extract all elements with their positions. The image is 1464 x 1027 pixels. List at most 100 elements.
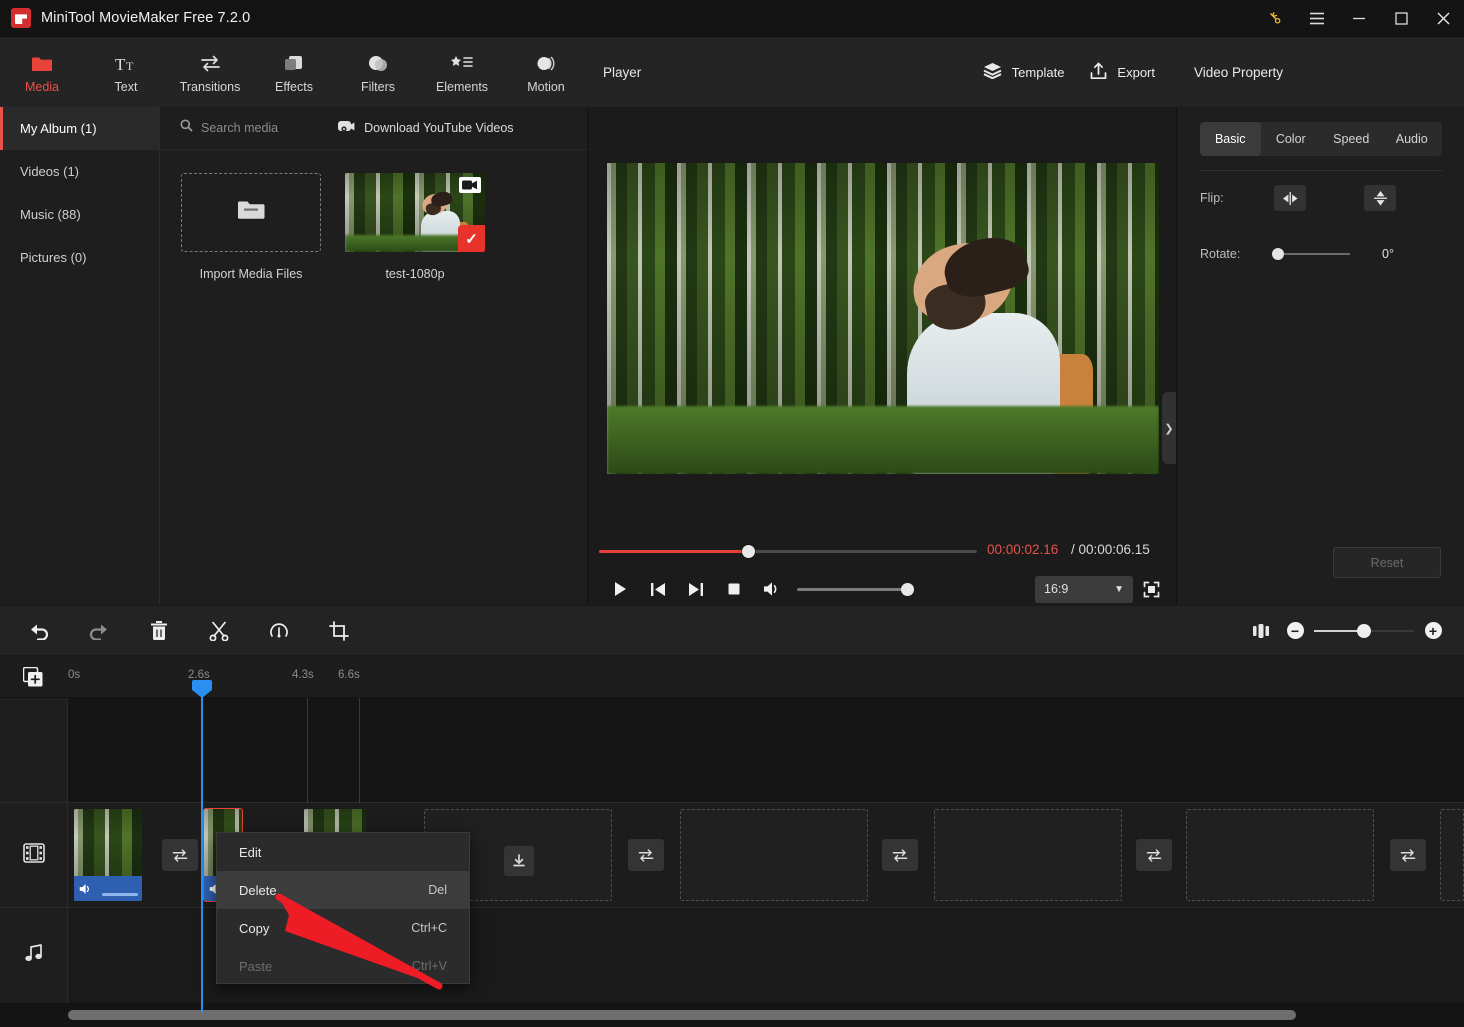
play-icon[interactable] <box>601 570 639 608</box>
tab-basic[interactable]: Basic <box>1200 122 1261 156</box>
crop-button[interactable] <box>318 611 360 651</box>
table-row[interactable] <box>74 809 142 901</box>
export-button[interactable]: Export <box>1090 62 1155 83</box>
hamburger-menu-icon[interactable] <box>1296 0 1338 37</box>
overlay-track-header[interactable] <box>0 698 68 803</box>
tab-transitions[interactable]: Transitions <box>168 37 252 107</box>
template-label: Template <box>1011 64 1065 80</box>
transition-arrows-icon[interactable] <box>1136 839 1172 871</box>
album-item-music[interactable]: Music (88) <box>0 193 159 236</box>
split-button[interactable] <box>198 611 240 651</box>
window-controls: ⚷ <box>1254 0 1464 37</box>
maximize-icon[interactable] <box>1380 0 1422 37</box>
timeline-ruler[interactable]: 0s 2.6s 4.3s 6.6s <box>0 656 1464 698</box>
import-dropzone[interactable] <box>181 173 321 252</box>
import-media-files-button[interactable]: Import Media Files <box>181 173 321 281</box>
overlay-track-lane[interactable] <box>68 698 1464 803</box>
media-panel: My Album (1) Videos (1) Music (88) Pictu… <box>0 107 588 605</box>
context-menu-item-edit[interactable]: Edit <box>217 833 469 871</box>
seek-handle[interactable] <box>742 545 755 558</box>
tab-motion[interactable]: Motion <box>504 37 588 107</box>
tab-speed[interactable]: Speed <box>1321 122 1382 156</box>
filters-icon <box>367 51 389 73</box>
album-item-videos[interactable]: Videos (1) <box>0 150 159 193</box>
plus-icon[interactable]: + <box>1416 614 1450 648</box>
seek-track[interactable] <box>599 550 977 553</box>
tab-audio[interactable]: Audio <box>1382 122 1443 156</box>
player-controls: 16:9 ▼ <box>589 569 1177 609</box>
placeholder-slot[interactable] <box>934 809 1122 901</box>
timeline-zoom-handle[interactable] <box>1357 623 1371 638</box>
album-item-pictures[interactable]: Pictures (0) <box>0 236 159 279</box>
tab-media[interactable]: Media <box>0 37 84 107</box>
reset-button[interactable]: Reset <box>1333 547 1441 578</box>
download-youtube-videos-button[interactable]: Download YouTube Videos <box>338 120 514 136</box>
seek-bar[interactable]: 00:00:02.16 / 00:00:06.15 <box>599 537 1169 567</box>
minimize-icon[interactable] <box>1338 0 1380 37</box>
redo-button[interactable] <box>78 611 120 651</box>
media-thumbnail[interactable]: ✓ <box>345 173 485 252</box>
flip-horizontal-icon[interactable] <box>1274 185 1306 211</box>
youtube-download-icon <box>338 120 355 136</box>
stop-icon[interactable] <box>715 570 753 608</box>
tab-effects[interactable]: Effects <box>252 37 336 107</box>
previous-frame-icon[interactable] <box>639 570 677 608</box>
rotate-handle[interactable] <box>1272 248 1284 260</box>
music-note-icon <box>24 943 44 968</box>
timeline-scrollbar[interactable] <box>0 1003 1464 1027</box>
tab-color[interactable]: Color <box>1261 122 1322 156</box>
audio-track-header[interactable] <box>0 908 68 1003</box>
flip-vertical-icon[interactable] <box>1364 185 1396 211</box>
tab-filters[interactable]: Filters <box>336 37 420 107</box>
volume-icon[interactable] <box>753 570 791 608</box>
delete-button[interactable] <box>138 611 180 651</box>
tab-label: Text <box>114 79 138 94</box>
context-menu-item-delete[interactable]: Delete Del <box>217 871 469 909</box>
key-icon[interactable]: ⚷ <box>1254 0 1296 37</box>
flip-label: Flip: <box>1200 191 1224 205</box>
media-item[interactable]: ✓ test-1080p <box>345 173 485 281</box>
menu-item-shortcut: Ctrl+C <box>411 921 447 935</box>
video-preview[interactable] <box>607 163 1159 474</box>
next-frame-icon[interactable] <box>677 570 715 608</box>
rotate-slider[interactable] <box>1272 248 1350 260</box>
volume-handle[interactable] <box>901 582 914 596</box>
album-label: Videos (1) <box>20 164 80 179</box>
template-button[interactable]: Template <box>983 62 1065 82</box>
scrollbar-thumb[interactable] <box>68 1010 1296 1020</box>
fullscreen-icon[interactable] <box>1133 571 1169 607</box>
timeline-zoom-slider[interactable] <box>1314 623 1414 638</box>
menu-item-shortcut: Del <box>428 883 447 897</box>
transition-arrows-icon[interactable] <box>162 839 198 871</box>
transition-arrows-icon[interactable] <box>1390 839 1426 871</box>
tab-label: Media <box>24 79 60 94</box>
clip-audio-strip[interactable] <box>74 876 142 901</box>
placeholder-slot[interactable] <box>680 809 868 901</box>
close-icon[interactable] <box>1422 0 1464 37</box>
context-menu-item-copy[interactable]: Copy Ctrl+C <box>217 909 469 947</box>
check-icon[interactable]: ✓ <box>458 225 485 252</box>
zoom-fit-icon[interactable] <box>1244 614 1278 648</box>
tab-elements[interactable]: Elements <box>420 37 504 107</box>
placeholder-slot[interactable] <box>1440 809 1464 901</box>
album-item-my-album[interactable]: My Album (1) <box>0 107 159 150</box>
search-input[interactable]: Search media <box>180 119 278 137</box>
property-divider <box>1200 170 1442 171</box>
speed-button[interactable] <box>258 611 300 651</box>
video-track-header[interactable] <box>0 803 68 908</box>
transition-arrows-icon[interactable] <box>882 839 918 871</box>
tab-label: Audio <box>1395 132 1428 146</box>
minus-icon[interactable]: − <box>1278 614 1312 648</box>
undo-button[interactable] <box>18 611 60 651</box>
menu-item-label: Paste <box>239 958 273 974</box>
menu-item-label: Delete <box>239 882 277 898</box>
chevron-right-icon[interactable]: ❯ <box>1162 392 1176 464</box>
placeholder-slot[interactable] <box>1186 809 1374 901</box>
volume-slider[interactable] <box>797 582 914 596</box>
tab-text[interactable]: TT Text <box>84 37 168 107</box>
download-icon[interactable] <box>504 846 534 876</box>
transition-arrows-icon[interactable] <box>628 839 664 871</box>
aspect-ratio-select[interactable]: 16:9 ▼ <box>1035 575 1133 603</box>
playhead-line[interactable] <box>201 688 203 1013</box>
add-track-icon[interactable] <box>22 666 44 688</box>
